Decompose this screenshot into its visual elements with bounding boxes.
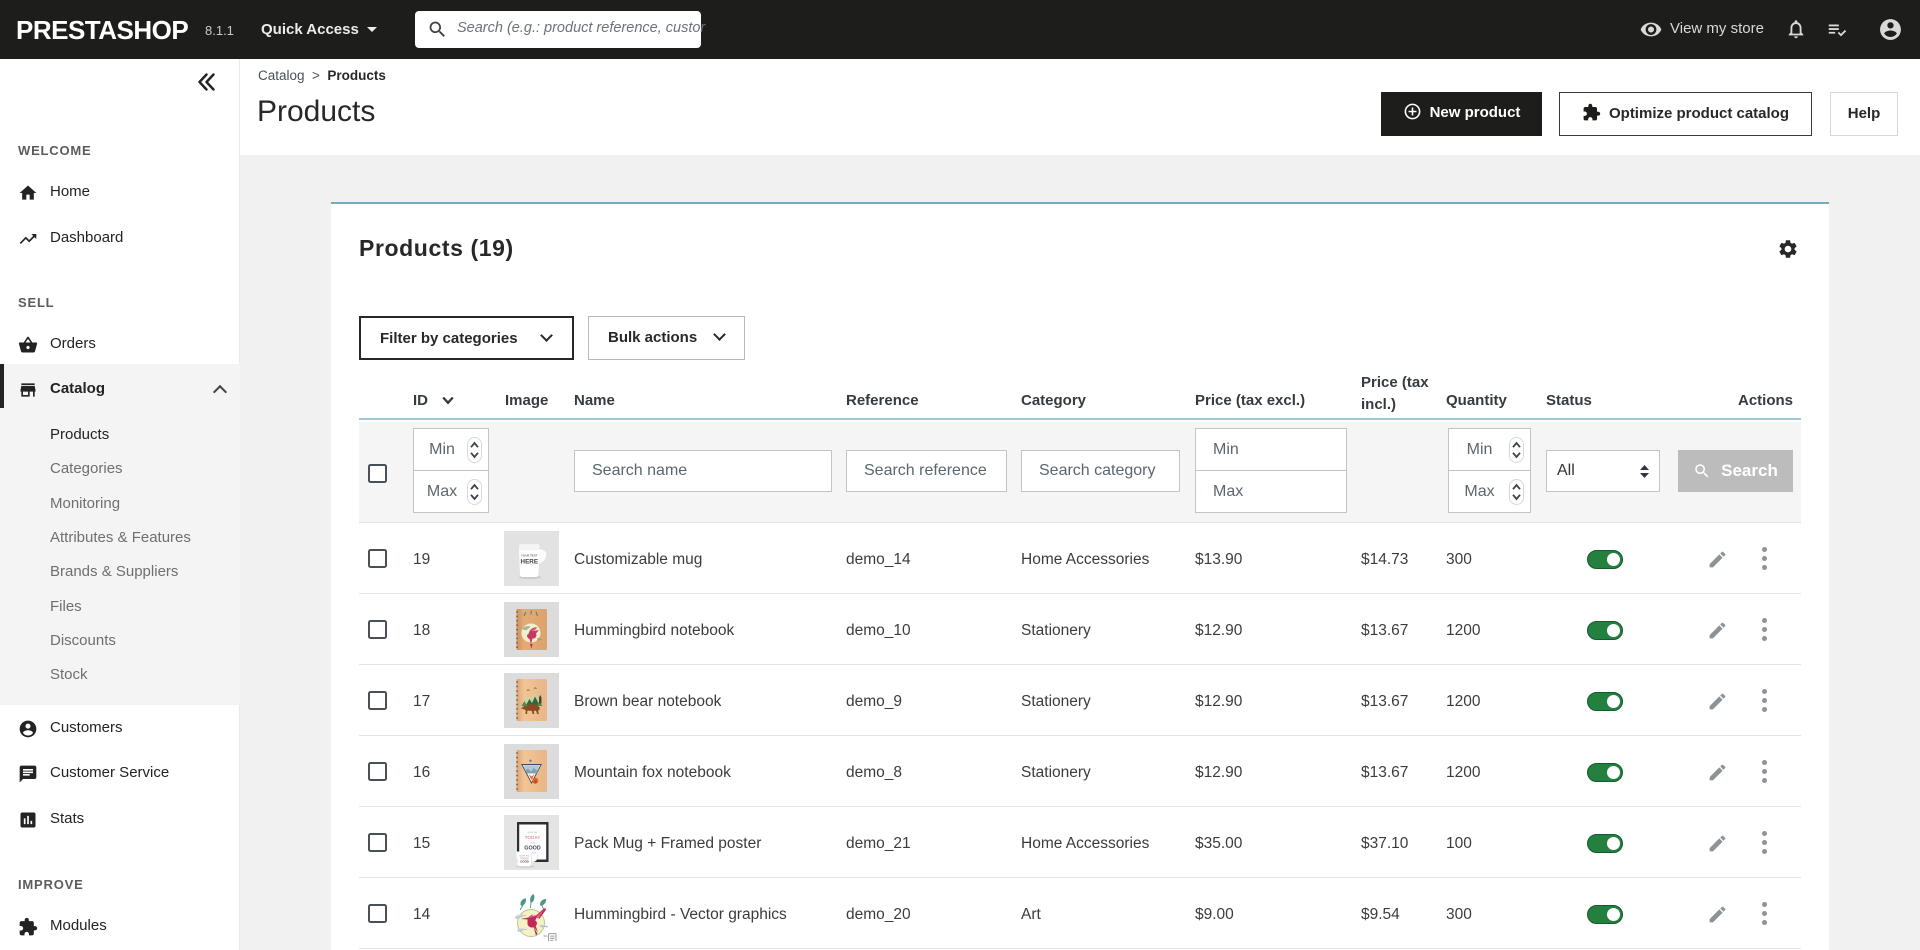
svg-text:SOME SAY: SOME SAY — [527, 831, 538, 834]
svg-text:GOOD: GOOD — [520, 860, 529, 864]
svg-text:YOUR TEXT: YOUR TEXT — [521, 554, 538, 558]
svg-text:TODAY: TODAY — [525, 835, 541, 840]
svg-text:HERE: HERE — [521, 558, 539, 565]
svg-text:— IS A —: — IS A — — [528, 842, 538, 845]
